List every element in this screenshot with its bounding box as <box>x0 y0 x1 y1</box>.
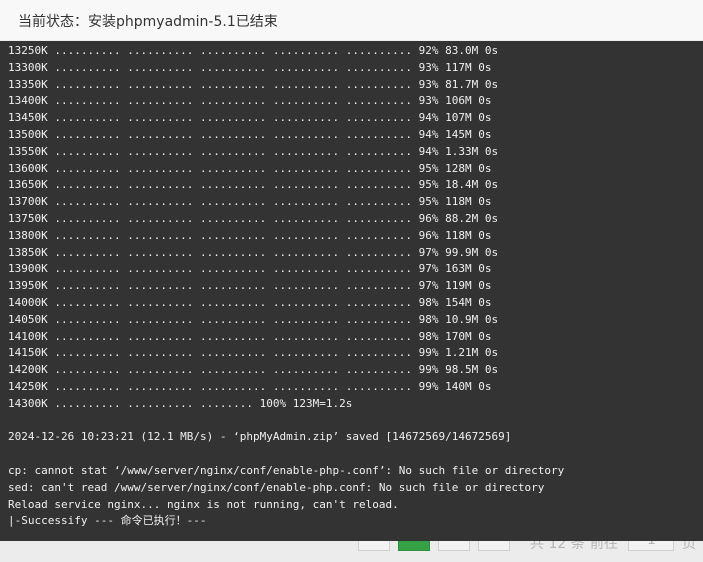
terminal-line: 14100K .......... .......... .......... … <box>8 329 492 343</box>
terminal-line: 13300K .......... .......... .......... … <box>8 60 492 74</box>
prev-page-button[interactable] <box>358 541 390 551</box>
terminal-line: cp: cannot stat ‘/www/server/nginx/conf/… <box>8 463 565 477</box>
terminal-line: 13250K .......... .......... .......... … <box>8 44 499 57</box>
terminal-line: 14150K .......... .......... .......... … <box>8 346 499 360</box>
terminal-output[interactable]: 13250K .......... .......... .......... … <box>0 41 703 541</box>
terminal-line: 14050K .......... .......... .......... … <box>8 312 499 326</box>
terminal-line: 14000K .......... .......... .......... … <box>8 295 492 309</box>
terminal-line: 13600K .......... .......... .......... … <box>8 161 492 175</box>
goto-label: 前往 <box>590 541 618 552</box>
terminal-line: 2024-12-26 10:23:21 (12.1 MB/s) - ‘phpMy… <box>8 430 512 444</box>
terminal-line: 13950K .......... .......... .......... … <box>8 279 492 293</box>
dialog-title: 当前状态：安装phpmyadmin-5.1已结束 <box>18 14 278 30</box>
terminal-line: 13450K .......... .......... .......... … <box>8 111 492 125</box>
terminal-line: 13400K .......... .......... .......... … <box>8 94 492 108</box>
terminal-line: 13800K .......... .......... .......... … <box>8 228 492 242</box>
terminal-line: 13900K .......... .......... .......... … <box>8 262 492 276</box>
next-page-button[interactable] <box>478 541 510 551</box>
terminal-line: 13550K .......... .......... .......... … <box>8 144 499 158</box>
background-pagination: 共 12 条 前往 1 页 <box>0 541 703 562</box>
terminal-line: 13500K .......... .......... .......... … <box>8 127 492 141</box>
page-button-current[interactable] <box>398 541 430 551</box>
terminal-line: 13700K .......... .......... .......... … <box>8 195 492 209</box>
goto-page-input[interactable]: 1 <box>628 541 674 551</box>
dialog-header: 当前状态：安装phpmyadmin-5.1已结束 <box>0 0 703 41</box>
terminal-lines: 13250K .......... .......... .......... … <box>8 43 564 530</box>
terminal-line: 13750K .......... .......... .......... … <box>8 211 499 225</box>
page-unit: 页 <box>682 541 696 552</box>
goto-page-value: 1 <box>647 541 656 548</box>
terminal-line: sed: can't read /www/server/nginx/conf/e… <box>8 480 545 494</box>
page-button[interactable] <box>438 541 470 551</box>
terminal-line: Reload service nginx... nginx is not run… <box>8 497 399 511</box>
terminal-line: 13650K .......... .......... .......... … <box>8 178 499 192</box>
terminal-line: 13850K .......... .......... .......... … <box>8 245 499 259</box>
terminal-line: |-Successify --- 命令已执行！--- <box>8 514 207 528</box>
terminal-line: 13350K .......... .......... .......... … <box>8 77 499 91</box>
terminal-line: 14250K .......... .......... .......... … <box>8 379 492 393</box>
pager-summary: 共 12 条 <box>530 541 585 552</box>
terminal-line: 14300K .......... .......... ........ 10… <box>8 396 353 410</box>
terminal-line: 14200K .......... .......... .......... … <box>8 363 499 377</box>
